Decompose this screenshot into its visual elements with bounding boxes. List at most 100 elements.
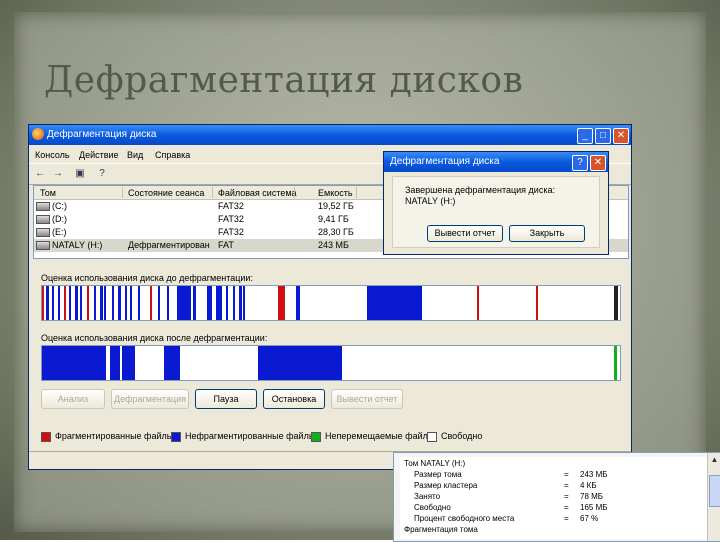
fragmented-swatch <box>41 431 51 442</box>
volume-fs: FAT32 <box>218 201 244 211</box>
after-defrag-map <box>41 345 621 381</box>
drive-icon <box>36 202 50 212</box>
volume-name: (E:) <box>52 227 67 237</box>
after-analysis-label: Оценка использования диска после дефрагм… <box>41 333 268 343</box>
col-filesystem[interactable]: Файловая система <box>218 188 297 198</box>
report-row-value: 78 МБ <box>580 492 604 501</box>
contiguous-swatch <box>171 431 181 442</box>
defrag-button[interactable]: Дефрагментация <box>111 389 189 409</box>
slide-title: Дефрагментация дисков <box>44 60 524 101</box>
disk-block <box>536 286 538 320</box>
analyze-button[interactable]: Анализ <box>41 389 105 409</box>
report-row-sep: = <box>564 492 569 501</box>
menu-action[interactable]: Действие <box>79 150 119 160</box>
disk-block <box>167 286 169 320</box>
disk-block <box>42 346 106 380</box>
disk-block <box>296 286 300 320</box>
disk-block <box>125 286 127 320</box>
disk-block <box>158 286 160 320</box>
disk-block <box>94 286 96 320</box>
report-row-value: 67 % <box>580 514 599 523</box>
disk-block <box>118 286 121 320</box>
disk-block <box>80 286 82 320</box>
drive-icon <box>36 241 50 251</box>
volume-name: (D:) <box>52 214 67 224</box>
disk-block <box>52 286 54 320</box>
volume-capacity: 243 МБ <box>318 240 349 250</box>
report-row-label: Том NATALY (H:) <box>404 459 466 468</box>
disk-block <box>130 286 132 320</box>
minimize-button[interactable]: _ <box>577 128 593 144</box>
scroll-thumb[interactable] <box>709 475 720 507</box>
dialog-title: Дефрагментация диска <box>390 156 500 167</box>
report-row-label: Занято <box>414 492 441 501</box>
disk-block <box>104 286 106 320</box>
dialog-volume: NATALY (H:) <box>405 196 456 206</box>
pause-button[interactable]: Пауза <box>195 389 257 409</box>
disk-block <box>233 286 235 320</box>
dialog-close-text-button[interactable]: Закрыть <box>509 225 585 242</box>
drive-icon <box>36 215 50 225</box>
col-state[interactable]: Состояние сеанса <box>128 188 204 198</box>
help-icon[interactable]: ? <box>95 167 109 181</box>
close-button[interactable]: ✕ <box>613 128 629 144</box>
disk-block <box>177 286 191 320</box>
disk-block <box>42 286 44 320</box>
report-row-sep: = <box>564 514 569 523</box>
maximize-button[interactable]: □ <box>595 128 611 144</box>
free-swatch <box>427 431 437 442</box>
legend-free-label: Свободно <box>441 431 483 441</box>
back-arrow-icon[interactable]: ← <box>33 167 47 181</box>
console-tree-icon[interactable]: ▣ <box>73 167 87 181</box>
window-titlebar[interactable]: Дефрагментация диска _ □ ✕ <box>29 125 631 145</box>
drive-icon <box>36 228 50 238</box>
col-volume[interactable]: Том <box>40 188 56 198</box>
report-row-value: 243 МБ <box>580 470 608 479</box>
menu-console[interactable]: Консоль <box>35 150 70 160</box>
scroll-up-icon[interactable]: ▲ <box>709 454 720 465</box>
report-row-sep: = <box>564 470 569 479</box>
dialog-close-button[interactable]: ✕ <box>590 155 606 171</box>
legend-fragmented-label: Фрагментированные файлы <box>55 431 174 441</box>
volume-fs: FAT32 <box>218 214 244 224</box>
report-scrollbar[interactable]: ▲ <box>707 453 720 541</box>
disk-block <box>150 286 152 320</box>
dialog-report-button[interactable]: Вывести отчет <box>427 225 503 242</box>
menu-view[interactable]: Вид <box>127 150 143 160</box>
disk-block <box>243 286 245 320</box>
dialog-help-button[interactable]: ? <box>572 155 588 171</box>
disk-block <box>239 286 242 320</box>
disk-block <box>112 286 114 320</box>
disk-block <box>122 346 135 380</box>
report-row-label: Размер кластера <box>414 481 478 490</box>
col-capacity[interactable]: Емкость <box>318 188 353 198</box>
completion-dialog: Дефрагментация диска ? ✕ Завершена дефра… <box>383 151 609 255</box>
window-title: Дефрагментация диска <box>47 129 157 140</box>
disk-block <box>207 286 212 320</box>
disk-block <box>278 286 285 320</box>
volume-fs: FAT32 <box>218 227 244 237</box>
volume-name: (C:) <box>52 201 67 211</box>
disk-block <box>367 286 422 320</box>
volume-fs: FAT <box>218 240 234 250</box>
legend-contiguous: Нефрагментированные файлы <box>171 431 315 442</box>
disk-block <box>193 286 196 320</box>
disk-block <box>614 346 617 380</box>
disk-block <box>64 286 66 320</box>
disk-block <box>110 346 120 380</box>
legend-contiguous-label: Нефрагментированные файлы <box>185 431 316 441</box>
report-row-label: Фрагментация тома <box>404 525 478 534</box>
menu-help[interactable]: Справка <box>155 150 190 160</box>
stop-button[interactable]: Остановка <box>263 389 325 409</box>
disk-block <box>164 346 180 380</box>
dialog-titlebar[interactable]: Дефрагментация диска ? ✕ <box>384 152 608 172</box>
report-row-sep: = <box>564 503 569 512</box>
volume-capacity: 19,52 ГБ <box>318 201 354 211</box>
report-row-value: 4 КБ <box>580 481 597 490</box>
before-analysis-label: Оценка использования диска до дефрагмент… <box>41 273 253 283</box>
legend-free: Свободно <box>427 431 482 442</box>
report-row-value: 165 МБ <box>580 503 608 512</box>
legend-fragmented: Фрагментированные файлы <box>41 431 173 442</box>
report-button[interactable]: Вывести отчет <box>331 389 403 409</box>
forward-arrow-icon[interactable]: → <box>51 167 65 181</box>
